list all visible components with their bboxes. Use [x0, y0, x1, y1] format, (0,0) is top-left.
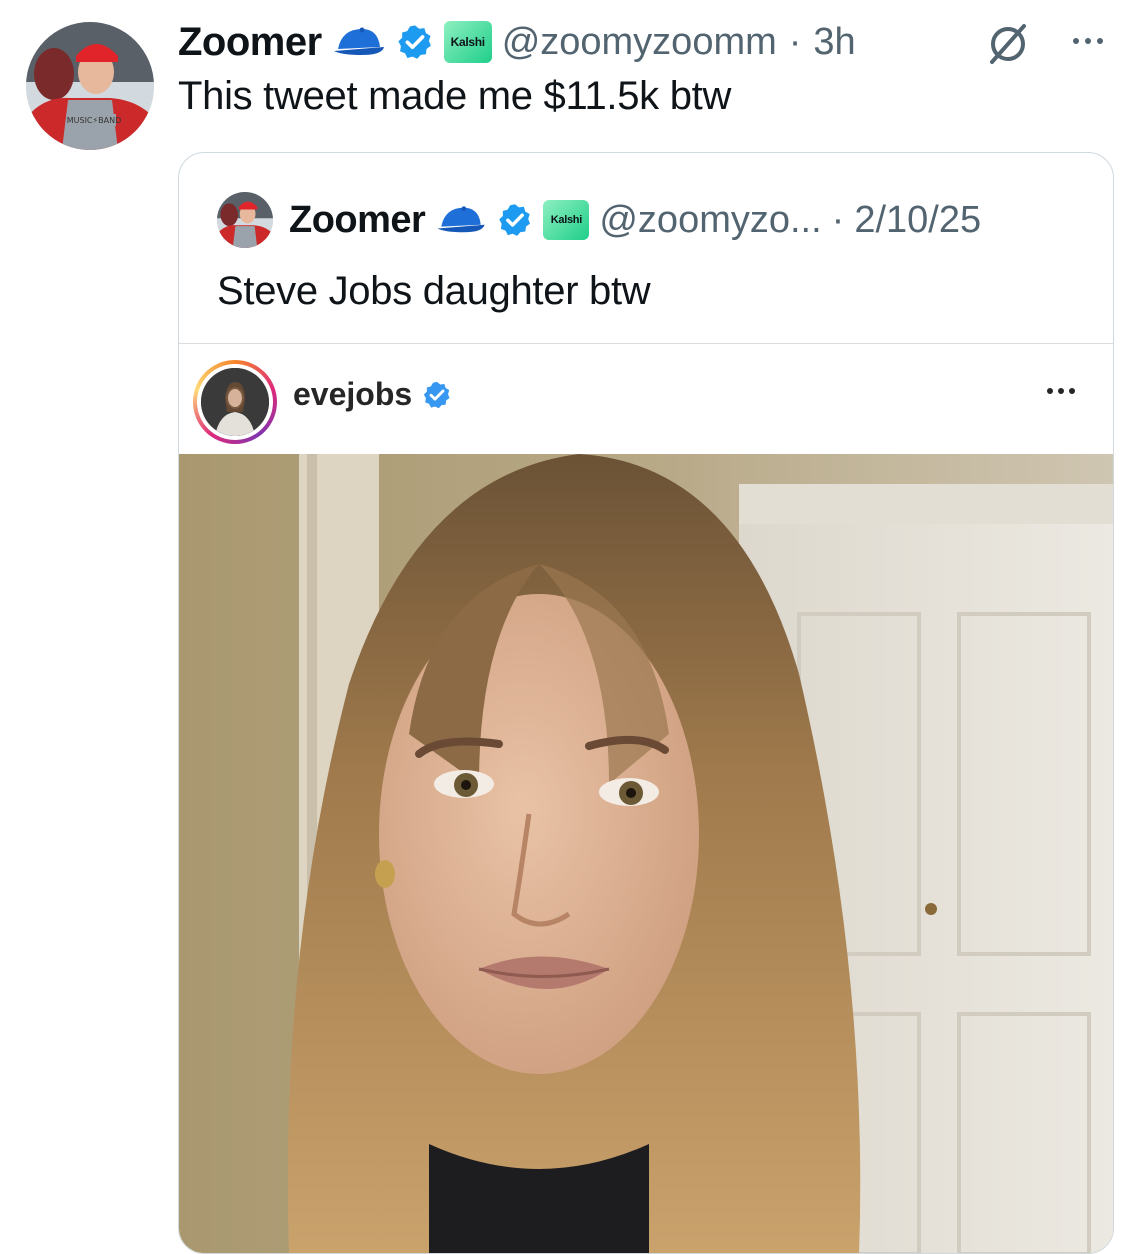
portrait-photo	[179, 454, 1113, 1253]
quoted-header-separator: ·	[831, 198, 845, 241]
tweet-header: Zoomer Kalshi @zoomyzoomm · 3h	[178, 14, 856, 70]
avatar-shirt-text: MUSIC⚡BAND	[67, 116, 122, 125]
tweet-text: This tweet made me $11.5k btw	[178, 74, 732, 118]
verified-badge-icon[interactable]	[396, 23, 434, 61]
header-separator: ·	[788, 20, 802, 63]
author-avatar-image: MUSIC⚡BAND	[26, 22, 154, 150]
more-options-icon[interactable]	[1066, 24, 1110, 58]
verified-badge-icon	[499, 204, 531, 236]
tweet-timestamp[interactable]: 3h	[813, 21, 855, 64]
quoted-tweet-text: Steve Jobs daughter btw	[217, 269, 651, 313]
instagram-photo	[179, 454, 1113, 1253]
quoted-author-avatar	[217, 192, 273, 248]
quoted-author-name: Zoomer	[289, 198, 426, 241]
instagram-post-image[interactable]: evejobs	[179, 343, 1113, 1253]
author-avatar[interactable]: MUSIC⚡BAND	[26, 22, 154, 150]
kalshi-logo-icon[interactable]: Kalshi	[443, 21, 492, 63]
instagram-username: evejobs	[293, 376, 413, 412]
cap-emoji-icon	[333, 27, 384, 55]
cap-emoji-icon	[437, 206, 485, 233]
quoted-tweet-header: Zoomer Kalshi @zoomyzo... · 2/10/25	[217, 191, 981, 249]
author-handle[interactable]: @zoomyzoomm	[502, 21, 777, 64]
grok-icon[interactable]	[984, 20, 1032, 68]
quoted-author-handle: @zoomyzo...	[599, 198, 822, 241]
instagram-post-header: evejobs	[179, 344, 1113, 454]
quoted-tweet-date: 2/10/25	[854, 198, 982, 241]
instagram-verified-icon	[424, 381, 450, 408]
kalshi-logo-icon: Kalshi	[543, 200, 590, 240]
instagram-more-icon	[1047, 388, 1075, 394]
author-name[interactable]: Zoomer	[178, 20, 322, 65]
instagram-avatar	[201, 368, 269, 436]
quoted-tweet-card[interactable]: Zoomer Kalshi @zoomyzo... · 2/10/25 Stev…	[178, 152, 1114, 1254]
instagram-story-ring	[193, 360, 277, 444]
